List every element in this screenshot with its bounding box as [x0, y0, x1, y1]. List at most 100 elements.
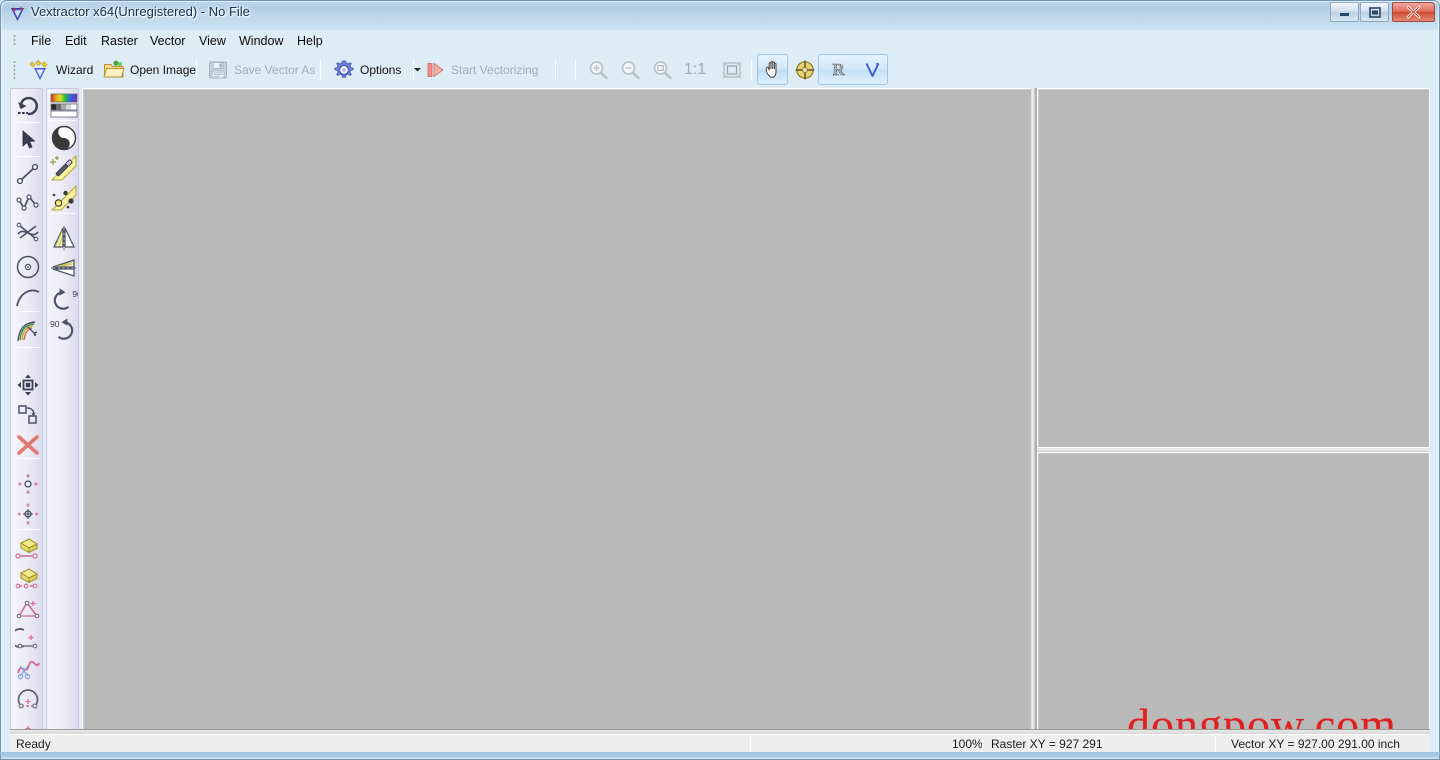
menu-raster[interactable]: Raster: [94, 30, 145, 52]
vector-layer-toggle[interactable]: [856, 54, 889, 85]
menu-file[interactable]: File: [24, 30, 58, 52]
save-vector-as-button[interactable]: Save Vector As: [200, 54, 322, 85]
tool-node-edit-all[interactable]: [13, 499, 42, 528]
left-tool-panels: 90 90: [10, 88, 80, 733]
zoom-out-button[interactable]: [614, 54, 645, 85]
tool-color-palette[interactable]: [49, 91, 78, 120]
tool-rotate-ccw-90[interactable]: 90: [49, 315, 78, 344]
tool-add-node[interactable]: [13, 594, 42, 623]
maximize-button[interactable]: [1360, 2, 1389, 22]
open-image-button[interactable]: Open Image: [96, 54, 203, 85]
menu-view[interactable]: View: [192, 30, 233, 52]
tool-rotate-cw-90[interactable]: 90: [49, 285, 78, 314]
vector-layer-icon: [863, 60, 882, 79]
tool-close-contour[interactable]: [13, 684, 42, 713]
wizard-button[interactable]: Wizard: [22, 54, 100, 85]
tool-despeckle[interactable]: [49, 183, 78, 212]
tool-eraser-line[interactable]: [13, 564, 42, 593]
vertical-splitter[interactable]: [1031, 88, 1035, 731]
zoom-one-to-one-button[interactable]: 1:1: [678, 54, 712, 85]
window-bottom-glow: [0, 752, 1440, 760]
svg-text:R: R: [832, 60, 845, 79]
options-label: Options: [360, 62, 402, 77]
tool-arc-edit[interactable]: [13, 624, 42, 653]
raster-tools-column: 90 90: [46, 88, 79, 733]
fit-to-window-button[interactable]: [716, 54, 747, 85]
status-divider: [1215, 737, 1216, 752]
toolbar-separator: [751, 59, 752, 80]
status-divider: [750, 737, 751, 752]
window-title: Vextractor x64(Unregistered) - No File: [31, 4, 250, 19]
one-to-one-label: 1:1: [683, 60, 707, 78]
tool-flip-horizontal[interactable]: [49, 223, 78, 252]
tool-bezier[interactable]: [13, 217, 42, 246]
close-button[interactable]: [1392, 2, 1435, 22]
tool-split-curve[interactable]: [13, 654, 42, 683]
center-target-button[interactable]: [789, 54, 820, 85]
start-vectorizing-button[interactable]: Start Vectorizing: [417, 54, 545, 85]
play-vectorize-icon: [424, 59, 446, 81]
toolbar-separator: [413, 59, 414, 80]
tool-arc[interactable]: [13, 283, 42, 312]
tool-line[interactable]: [13, 159, 42, 188]
bottom-right-pane[interactable]: [1037, 452, 1430, 731]
svg-text:90: 90: [50, 319, 60, 329]
pan-hand-button[interactable]: [757, 54, 788, 85]
minimize-button[interactable]: [1330, 2, 1359, 22]
status-divider: [982, 737, 983, 752]
zoom-out-icon: [619, 59, 641, 81]
gear-icon: [333, 59, 355, 81]
raster-layer-toggle[interactable]: R R: [822, 54, 855, 85]
tool-separator: [14, 529, 40, 530]
tool-copy-object[interactable]: [13, 400, 42, 429]
toolbar-separator: [575, 59, 576, 80]
drawing-tools-column: [10, 88, 43, 733]
tool-separator: [50, 213, 76, 214]
tool-node-edit[interactable]: [13, 469, 42, 498]
tool-separator: [14, 347, 40, 348]
menu-grip-handle[interactable]: [12, 33, 17, 49]
top-right-pane[interactable]: [1037, 88, 1430, 448]
app-logo-icon: [9, 6, 26, 23]
toolbar-separator: [555, 59, 556, 80]
tool-magic-wand[interactable]: [49, 153, 78, 182]
open-folder-icon: [103, 59, 125, 81]
tool-separator: [14, 122, 40, 123]
tool-polyline[interactable]: [13, 188, 42, 217]
status-bar: Ready 100% Raster XY = 927 291 Vector XY…: [10, 734, 1430, 753]
tool-invert-colors[interactable]: [49, 123, 78, 152]
menu-vector[interactable]: Vector: [143, 30, 192, 52]
tool-circle[interactable]: [13, 252, 42, 281]
toolbar-separator: [320, 59, 321, 80]
tool-flip-vertical[interactable]: [49, 253, 78, 282]
tool-hatch[interactable]: [13, 317, 42, 346]
menu-window[interactable]: Window: [232, 30, 290, 52]
zoom-in-icon: [587, 59, 609, 81]
open-image-label: Open Image: [130, 62, 197, 77]
fit-to-window-icon: [721, 59, 743, 81]
zoom-in-button[interactable]: [582, 54, 613, 85]
application-window: Vextractor x64(Unregistered) - No File F…: [0, 0, 1440, 760]
menu-help[interactable]: Help: [290, 30, 330, 52]
wizard-wand-icon: [29, 59, 51, 81]
title-bar[interactable]: Vextractor x64(Unregistered) - No File: [0, 0, 1440, 28]
toolbar-grip-handle[interactable]: [12, 59, 17, 81]
tool-move-object[interactable]: [13, 370, 42, 399]
wizard-label: Wizard: [56, 62, 94, 77]
start-vectorizing-label: Start Vectorizing: [451, 62, 539, 77]
svg-text:90: 90: [72, 289, 78, 299]
raster-layer-icon: R R: [829, 60, 848, 79]
tool-select[interactable]: [13, 125, 42, 154]
tool-undo[interactable]: [13, 91, 42, 120]
menu-edit[interactable]: Edit: [58, 30, 94, 52]
crosshair-target-icon: [794, 59, 816, 81]
save-vector-as-label: Save Vector As: [234, 62, 316, 77]
tool-delete-object[interactable]: [13, 430, 42, 459]
main-canvas-pane[interactable]: [82, 88, 1033, 731]
floppy-save-icon: [207, 59, 229, 81]
mdi-client-area: [82, 88, 1430, 733]
main-toolbar: Wizard Open Image Save Vector As Options…: [10, 54, 1430, 87]
menu-bar: File Edit Raster Vector View Window Help: [10, 30, 1430, 53]
tool-eraser-segment[interactable]: [13, 534, 42, 563]
zoom-window-button[interactable]: [646, 54, 677, 85]
